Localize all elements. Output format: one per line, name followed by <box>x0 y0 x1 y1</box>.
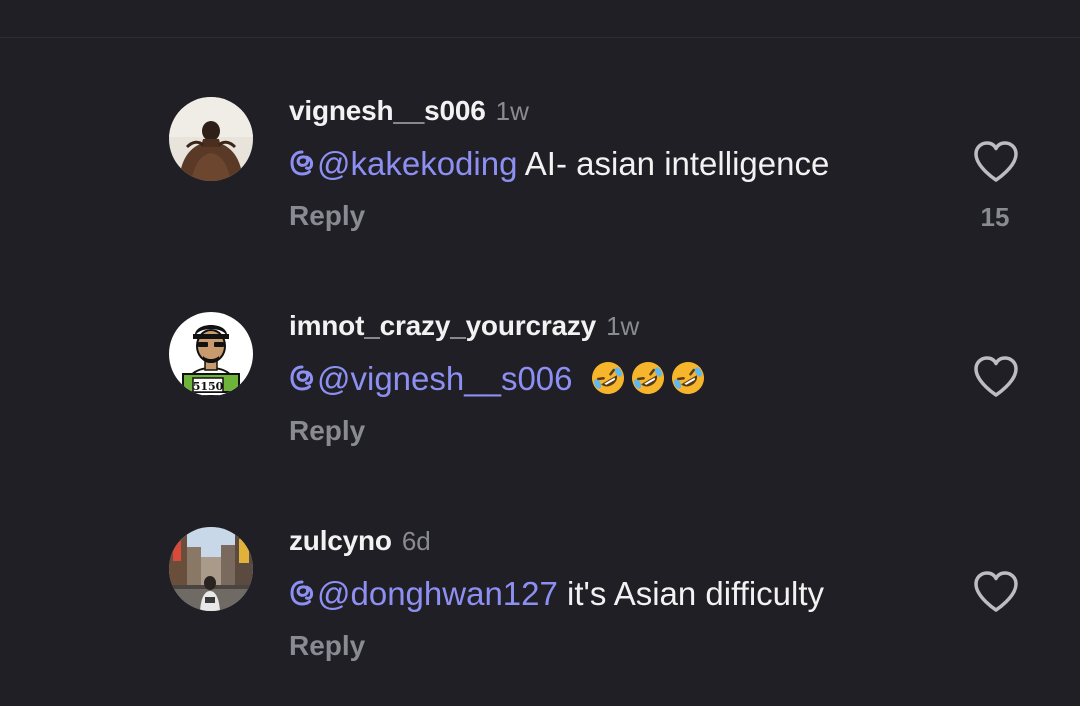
like-button[interactable] <box>972 355 1020 399</box>
comment-text: @donghwan127 it's Asian difficulty <box>289 574 824 614</box>
avatar-badge-text: 5150 <box>193 380 224 393</box>
avatar[interactable] <box>169 97 253 181</box>
threads-at-icon <box>290 580 314 606</box>
username[interactable]: vignesh__s006 <box>289 95 486 126</box>
comment-item: vignesh__s006 1w @kakekoding AI- asian in… <box>0 96 1080 266</box>
reply-button[interactable]: Reply <box>289 630 365 662</box>
comment-body-text: AI- asian intelligence <box>517 145 830 182</box>
timestamp: 1w <box>606 311 640 341</box>
comment-item: 5150 imnot_crazy_yourcrazy 1w @vignesh__s… <box>0 311 1080 481</box>
username[interactable]: zulcyno <box>289 525 392 556</box>
threads-at-icon <box>290 365 314 391</box>
rolling-on-floor-laughing-emoji <box>671 362 704 394</box>
mention-link[interactable]: @donghwan127 <box>289 575 558 612</box>
avatar[interactable]: 5150 <box>169 312 253 396</box>
like-count: 15 <box>980 202 1010 232</box>
comments-page: vignesh__s006 1w @kakekoding AI- asian in… <box>0 0 1080 706</box>
avatar-photo-city <box>169 527 253 611</box>
mention-link[interactable]: @vignesh__s006 <box>289 360 573 397</box>
mention-text: @vignesh__s006 <box>317 360 573 397</box>
comment-meta: zulcyno 6d <box>289 525 431 557</box>
comment-item: zulcyno 6d @donghwan127 it's Asian diffic… <box>0 526 1080 696</box>
heart-outline-icon <box>974 356 1018 397</box>
reply-button[interactable]: Reply <box>289 200 365 232</box>
mention-text: @donghwan127 <box>317 575 558 612</box>
comment-meta: vignesh__s006 1w <box>289 95 529 127</box>
username[interactable]: imnot_crazy_yourcrazy <box>289 310 596 341</box>
like-button[interactable] <box>972 570 1020 614</box>
mention-text: @kakekoding <box>317 145 518 182</box>
comment-body-text: it's Asian difficulty <box>557 575 825 612</box>
reply-button[interactable]: Reply <box>289 415 365 447</box>
comment-text: @kakekoding AI- asian intelligence <box>289 144 829 184</box>
heart-outline-icon <box>974 141 1018 182</box>
timestamp: 1w <box>495 96 529 126</box>
rolling-on-floor-laughing-emoji <box>591 362 624 394</box>
top-divider <box>0 37 1080 38</box>
comment-meta: imnot_crazy_yourcrazy 1w <box>289 310 640 342</box>
avatar-cartoon: 5150 <box>169 312 253 396</box>
avatar[interactable] <box>169 527 253 611</box>
like-button[interactable] <box>972 140 1020 184</box>
timestamp: 6d <box>401 526 431 556</box>
avatar-photo-back <box>169 97 253 181</box>
rolling-on-floor-laughing-emoji <box>631 362 664 394</box>
comment-text: @vignesh__s006 <box>289 359 710 399</box>
heart-outline-icon <box>974 571 1018 612</box>
mention-link[interactable]: @kakekoding <box>289 145 517 182</box>
threads-at-icon <box>290 150 314 176</box>
